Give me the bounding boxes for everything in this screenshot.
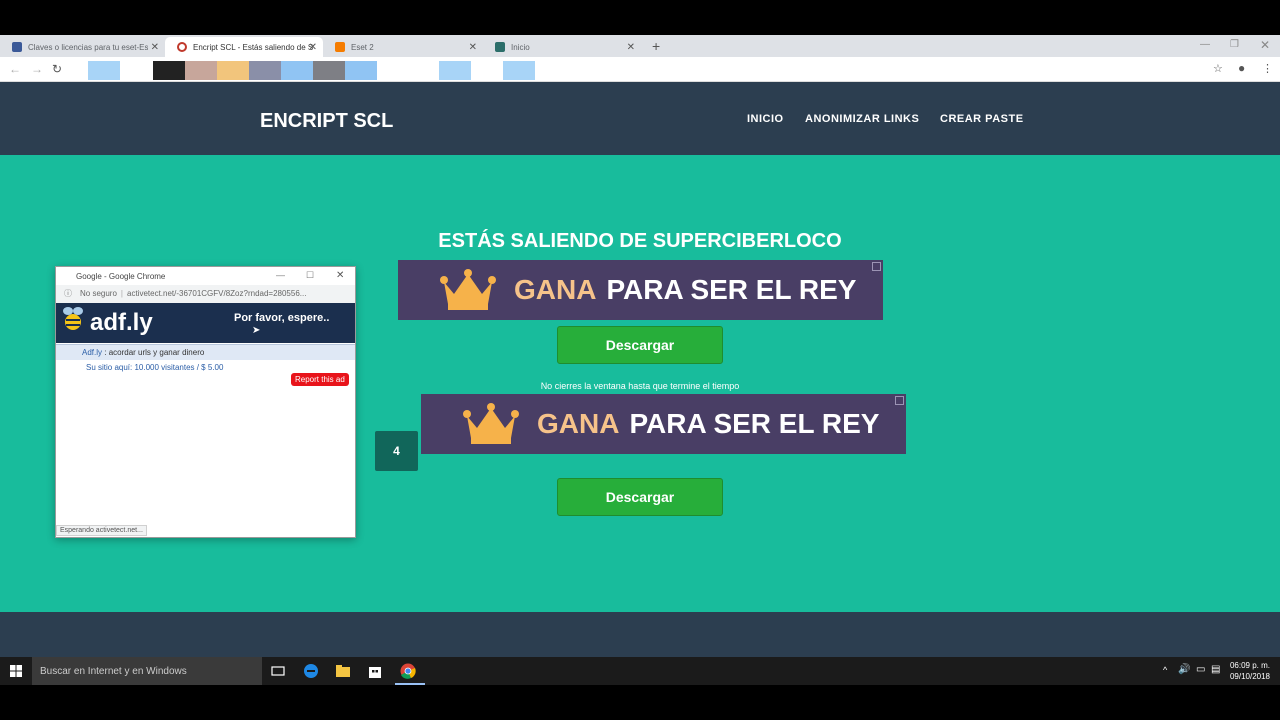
- close-window-icon[interactable]: ✕: [336, 270, 344, 281]
- store-icon[interactable]: [367, 663, 383, 679]
- new-tab-button[interactable]: +: [652, 38, 660, 54]
- menu-icon[interactable]: ⋮: [1262, 62, 1273, 75]
- tab-title: Encript SCL - Estás saliendo de S: [193, 42, 313, 52]
- bookmark-item[interactable]: [313, 61, 345, 80]
- site-navbar: ENCRIPT SCL INICIO ANONIMIZAR LINKS CREA…: [0, 82, 1280, 155]
- ad-gana-text: GANA: [514, 274, 597, 305]
- browser-toolbar: ← → ↻ ☆ ● ⋮: [0, 57, 1280, 82]
- extension-icon[interactable]: ☆: [1213, 62, 1223, 75]
- ad-choices-icon[interactable]: [872, 262, 881, 271]
- adfly-link[interactable]: Adf.ly: [82, 348, 102, 357]
- tab-eset2[interactable]: Eset 2 ✕: [323, 37, 483, 57]
- chrome-icon[interactable]: [400, 663, 416, 679]
- edge-icon[interactable]: [303, 663, 319, 679]
- close-tab-icon[interactable]: ✕: [627, 42, 635, 53]
- ad-banner[interactable]: GANA PARA SER EL REY: [421, 394, 906, 454]
- mouse-cursor-icon: ➤: [252, 325, 261, 336]
- close-window-icon[interactable]: ✕: [1260, 38, 1270, 52]
- bookmark-item[interactable]: [217, 61, 249, 80]
- crown-icon: [440, 269, 496, 310]
- minimize-icon[interactable]: —: [276, 270, 285, 280]
- site-brand[interactable]: ENCRIPT SCL: [260, 110, 393, 133]
- popup-status-bar: Esperando activetect.net...: [56, 525, 147, 536]
- reload-icon[interactable]: ↻: [52, 62, 62, 76]
- screen: Claves o licencias para tu eset-Es ✕ Enc…: [0, 35, 1280, 685]
- ad-rey-text: PARA SER EL REY: [606, 274, 857, 305]
- adfly-logo[interactable]: adf.ly: [90, 309, 153, 337]
- forward-icon[interactable]: →: [31, 62, 43, 76]
- tab-encript[interactable]: Encript SCL - Estás saliendo de S ✕: [165, 37, 323, 57]
- maximize-icon[interactable]: ☐: [306, 270, 314, 281]
- bookmark-item[interactable]: [281, 61, 313, 80]
- countdown-counter: 4: [375, 431, 418, 471]
- popup-title: Google - Google Chrome: [76, 272, 166, 281]
- popup-url: activetect.net/-36701CGFV/8Zoz?rndad=280…: [127, 289, 307, 298]
- download-button[interactable]: Descargar: [557, 326, 723, 364]
- close-tab-icon[interactable]: ✕: [309, 42, 317, 53]
- adfly-tagline: Adf.ly : acordar urls y ganar dinero: [56, 344, 355, 360]
- tab-title: Inicio: [511, 42, 530, 52]
- notifications-icon[interactable]: ▤: [1211, 664, 1220, 675]
- bookmark-item[interactable]: [153, 61, 185, 80]
- nav-crear-paste[interactable]: CREAR PASTE: [940, 113, 1024, 125]
- adfly-wait-text: Por favor, espere..: [234, 312, 330, 324]
- adfly-header: adf.ly Por favor, espere.. ➤: [56, 303, 355, 343]
- clock-time: 06:09 p. m.: [1229, 661, 1270, 670]
- info-icon: ⓘ: [64, 289, 72, 298]
- bookmark-item[interactable]: [439, 61, 471, 80]
- tab-inicio[interactable]: Inicio ✕: [483, 37, 641, 57]
- windows-taskbar: Buscar en Internet y en Windows ^ 🔊 ▭ ▤ …: [0, 657, 1280, 685]
- site-favicon-icon: [495, 42, 505, 52]
- file-explorer-icon[interactable]: [335, 663, 351, 679]
- nav-anonimizar-links[interactable]: ANONIMIZAR LINKS: [805, 113, 919, 125]
- bookmark-item[interactable]: [345, 61, 377, 80]
- blogger-icon: [335, 42, 345, 52]
- close-tab-icon[interactable]: ✕: [151, 42, 159, 53]
- close-tab-icon[interactable]: ✕: [469, 42, 477, 53]
- bookmark-item[interactable]: [185, 61, 217, 80]
- popup-window[interactable]: Google - Google Chrome — ☐ ✕ ⓘ No seguro…: [55, 266, 356, 538]
- insecure-label: No seguro: [80, 289, 117, 298]
- ad-choices-icon[interactable]: [895, 396, 904, 405]
- notice-text: No cierres la ventana hasta que termine …: [540, 381, 740, 391]
- page-heading: ESTÁS SALIENDO DE SUPERCIBERLOCO: [438, 230, 842, 252]
- clock-date: 09/10/2018: [1229, 672, 1270, 681]
- network-icon[interactable]: ▭: [1196, 664, 1205, 675]
- download-button[interactable]: Descargar: [557, 478, 723, 516]
- tab-claves[interactable]: Claves o licencias para tu eset-Es ✕: [0, 37, 165, 57]
- web-page: ENCRIPT SCL INICIO ANONIMIZAR LINKS CREA…: [0, 82, 1280, 657]
- bookmark-item[interactable]: [249, 61, 281, 80]
- crown-icon: [463, 403, 519, 444]
- adfly-tagline-text: : acordar urls y ganar dinero: [104, 348, 205, 357]
- taskbar-search-input[interactable]: Buscar en Internet y en Windows: [32, 657, 262, 685]
- windows-start-icon[interactable]: [10, 665, 22, 677]
- bee-icon: [63, 307, 83, 330]
- maximize-icon[interactable]: ❐: [1230, 39, 1239, 50]
- tab-title: Claves o licencias para tu eset-Es: [28, 42, 148, 52]
- bookmark-item[interactable]: [88, 61, 120, 80]
- ad-rey-text: PARA SER EL REY: [629, 408, 880, 439]
- profile-icon[interactable]: ●: [1238, 61, 1245, 75]
- facebook-icon: [12, 42, 22, 52]
- tab-title: Eset 2: [351, 42, 374, 52]
- popup-titlebar[interactable]: Google - Google Chrome — ☐ ✕: [56, 267, 355, 285]
- browser-tab-strip: Claves o licencias para tu eset-Es ✕ Enc…: [0, 35, 1280, 57]
- report-ad-button[interactable]: Report this ad: [291, 373, 349, 386]
- site-favicon-icon: [177, 42, 187, 52]
- show-hidden-icons-icon[interactable]: ^: [1163, 665, 1167, 675]
- taskbar-clock[interactable]: 06:09 p. m. 09/10/2018: [1226, 660, 1270, 682]
- site-footer: [0, 612, 1280, 657]
- ad-gana-text: GANA: [537, 408, 620, 439]
- popup-address-bar[interactable]: ⓘ No seguro | activetect.net/-36701CGFV/8Z…: [56, 285, 355, 303]
- adfly-promo-link[interactable]: Su sitio aquí: 10.000 visitantes / $ 5.0…: [86, 363, 223, 372]
- active-app-indicator: [395, 683, 425, 685]
- nav-inicio[interactable]: INICIO: [747, 113, 784, 125]
- volume-icon[interactable]: 🔊: [1178, 664, 1190, 675]
- ad-banner[interactable]: GANA PARA SER EL REY: [398, 260, 883, 320]
- bookmark-item[interactable]: [503, 61, 535, 80]
- back-icon[interactable]: ←: [9, 62, 21, 76]
- task-view-icon[interactable]: [270, 663, 286, 679]
- minimize-icon[interactable]: —: [1200, 39, 1210, 50]
